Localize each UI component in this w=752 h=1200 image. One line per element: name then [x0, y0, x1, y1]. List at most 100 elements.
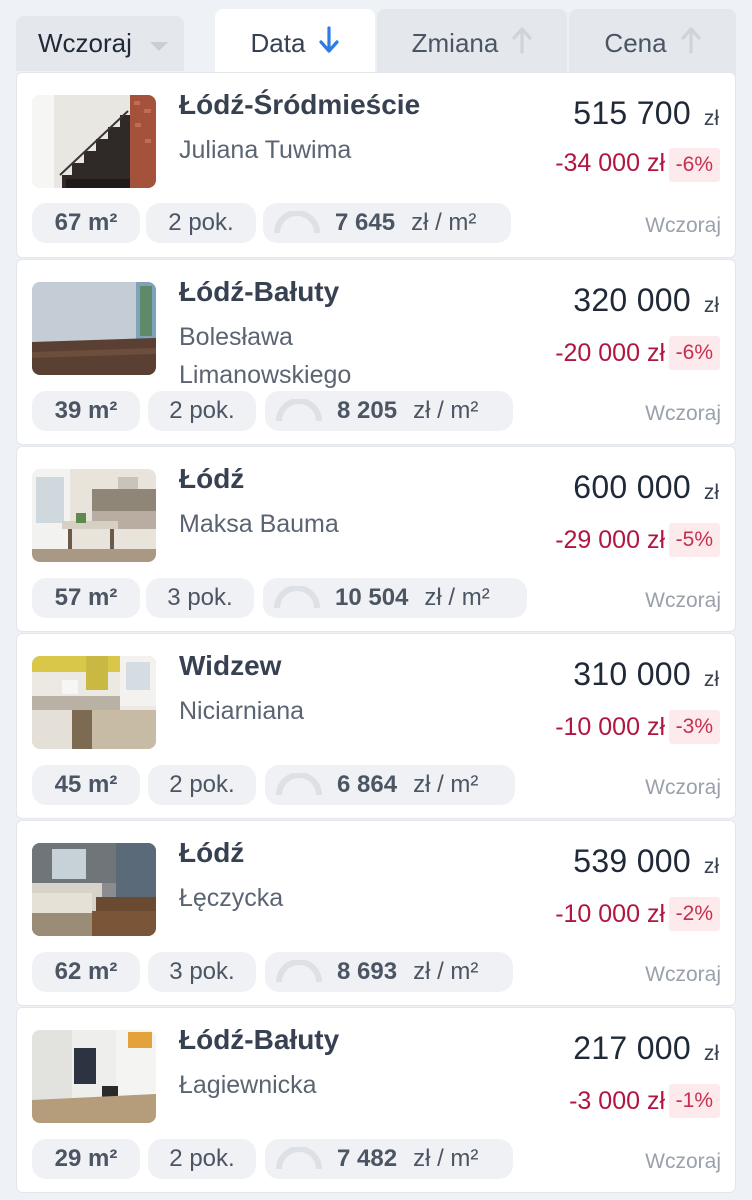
- price-change: -34 000 zł: [555, 149, 665, 177]
- gauge-icon: [274, 586, 320, 609]
- price-per-m2-chip: 8 693 zł / m²: [265, 952, 513, 992]
- price-change: -29 000 zł: [555, 526, 665, 554]
- listing-photo[interactable]: [32, 1030, 156, 1123]
- gauge-icon: [276, 960, 322, 983]
- area-chip: 39 m²: [32, 391, 140, 431]
- rooms-chip: 3 pok.: [148, 952, 256, 992]
- listing-street: Łagiewnicka: [179, 1071, 317, 1099]
- price-change: -20 000 zł: [555, 339, 665, 367]
- price-per-m2-chip: 7 482 zł / m²: [265, 1139, 513, 1179]
- listing-street: Juliana Tuwima: [179, 136, 352, 164]
- area-chip: 62 m²: [32, 952, 140, 992]
- price-per-m2-value: 10 504: [335, 584, 409, 611]
- listing-district: Łódź-Śródmieście: [179, 89, 421, 120]
- tab-sort-change-label: Zmiana: [411, 28, 499, 58]
- tab-sort-price[interactable]: Cena: [569, 9, 736, 78]
- price-currency: zł: [703, 1042, 719, 1065]
- tab-sort-date[interactable]: Data: [215, 9, 375, 78]
- rooms-chip: 2 pok.: [148, 391, 256, 431]
- arrow-up-icon: [512, 26, 532, 61]
- price-per-m2-unit: zł / m²: [413, 397, 479, 424]
- listing-district: Łódź-Bałuty: [179, 276, 340, 307]
- price-per-m2-value: 7 482: [337, 1145, 398, 1172]
- area-value: 57 m²: [54, 584, 118, 611]
- area-chip: 45 m²: [32, 765, 140, 805]
- area-value: 62 m²: [54, 958, 118, 985]
- gauge-icon: [274, 211, 320, 234]
- change-percent-badge: -5%: [668, 523, 720, 557]
- change-percent-badge: -3%: [668, 710, 720, 744]
- listing-photo[interactable]: [32, 843, 156, 936]
- listing-street: Maksa Bauma: [179, 510, 339, 538]
- listing-price: 320 000: [573, 282, 691, 318]
- listing-date: Wczoraj: [645, 589, 721, 612]
- listing-district: Łódź: [179, 463, 245, 494]
- listing-date: Wczoraj: [645, 963, 721, 986]
- listing-price: 539 000: [573, 843, 691, 879]
- listing-photo[interactable]: [32, 282, 156, 375]
- listing-street: Niciarniana: [179, 697, 305, 725]
- price-per-m2-unit: zł / m²: [411, 209, 477, 236]
- price-currency: zł: [703, 107, 719, 130]
- listing-date: Wczoraj: [645, 214, 721, 237]
- price-change: -10 000 zł: [555, 713, 665, 741]
- price-currency: zł: [703, 481, 719, 504]
- rooms-chip: 2 pok.: [146, 203, 256, 243]
- listing-street: Bolesława Limanowskiego: [179, 323, 352, 389]
- listing-card[interactable]: Widzew Niciarniana 310 000 zł -10 000 zł…: [16, 633, 736, 819]
- listing-district: Widzew: [179, 650, 282, 681]
- area-value: 67 m²: [54, 209, 118, 236]
- listing-price: 310 000: [573, 656, 691, 692]
- price-currency: zł: [703, 668, 719, 691]
- period-dropdown-value: Wczoraj: [38, 28, 132, 58]
- change-percent-badge: -2%: [668, 897, 720, 931]
- listing-photo[interactable]: [32, 95, 156, 188]
- tab-sort-change[interactable]: Zmiana: [377, 9, 567, 78]
- price-per-m2-unit: zł / m²: [413, 771, 479, 798]
- price-change: -10 000 zł: [555, 900, 665, 928]
- arrow-up-icon: [680, 26, 701, 61]
- area-chip: 29 m²: [32, 1139, 140, 1179]
- price-per-m2-unit: zł / m²: [413, 958, 479, 985]
- listing-photo[interactable]: [32, 469, 156, 562]
- tab-sort-price-label: Cena: [604, 28, 667, 58]
- listing-date: Wczoraj: [645, 1150, 721, 1173]
- area-value: 39 m²: [54, 397, 118, 424]
- tab-sort-date-label: Data: [250, 28, 306, 58]
- rooms-chip: 3 pok.: [146, 578, 254, 618]
- rooms-chip: 2 pok.: [148, 1139, 256, 1179]
- area-chip: 57 m²: [32, 578, 140, 618]
- listing-card[interactable]: Łódź Łęczycka 539 000 zł -10 000 zł -2% …: [16, 820, 736, 1006]
- price-per-m2-value: 8 205: [337, 397, 398, 424]
- change-percent-badge: -6%: [668, 148, 720, 182]
- area-value: 45 m²: [54, 771, 118, 798]
- change-percent-badge: -6%: [668, 336, 720, 370]
- arrow-down-icon: [319, 26, 340, 61]
- change-percent-badge: -1%: [668, 1084, 720, 1118]
- listing-card[interactable]: Łódź-Bałuty Łagiewnicka 217 000 zł -3 00…: [16, 1007, 736, 1193]
- listing-date: Wczoraj: [645, 402, 721, 425]
- area-chip: 67 m²: [32, 203, 140, 243]
- gauge-icon: [276, 399, 322, 422]
- listing-street: Łęczycka: [179, 884, 284, 912]
- listing-district: Łódź: [179, 837, 245, 868]
- listing-card[interactable]: Łódź-Bałuty Bolesława Limanowskiego 320 …: [16, 259, 736, 445]
- chevron-down-icon: [150, 42, 168, 51]
- listing-price: 515 700: [573, 95, 691, 131]
- listing-card[interactable]: Łódź Maksa Bauma 600 000 zł -29 000 zł -…: [16, 446, 736, 632]
- price-currency: zł: [703, 294, 719, 317]
- sort-bar: Wczoraj Data Zmiana Cena: [0, 0, 752, 78]
- gauge-icon: [276, 773, 322, 796]
- listing-photo[interactable]: [32, 656, 156, 749]
- price-per-m2-chip: 10 504 zł / m²: [263, 578, 527, 618]
- listing-district: Łódź-Bałuty: [179, 1024, 340, 1055]
- listing-card[interactable]: Łódź-Śródmieście Juliana Tuwima 515 700 …: [16, 72, 736, 258]
- period-dropdown[interactable]: Wczoraj: [16, 16, 184, 71]
- price-per-m2-chip: 8 205 zł / m²: [265, 391, 513, 431]
- price-per-m2-value: 6 864: [337, 771, 398, 798]
- listing-price: 600 000: [573, 469, 691, 505]
- listing-date: Wczoraj: [645, 776, 721, 799]
- price-per-m2-value: 8 693: [337, 958, 398, 985]
- price-per-m2-unit: zł / m²: [424, 584, 490, 611]
- price-change: -3 000 zł: [569, 1087, 665, 1115]
